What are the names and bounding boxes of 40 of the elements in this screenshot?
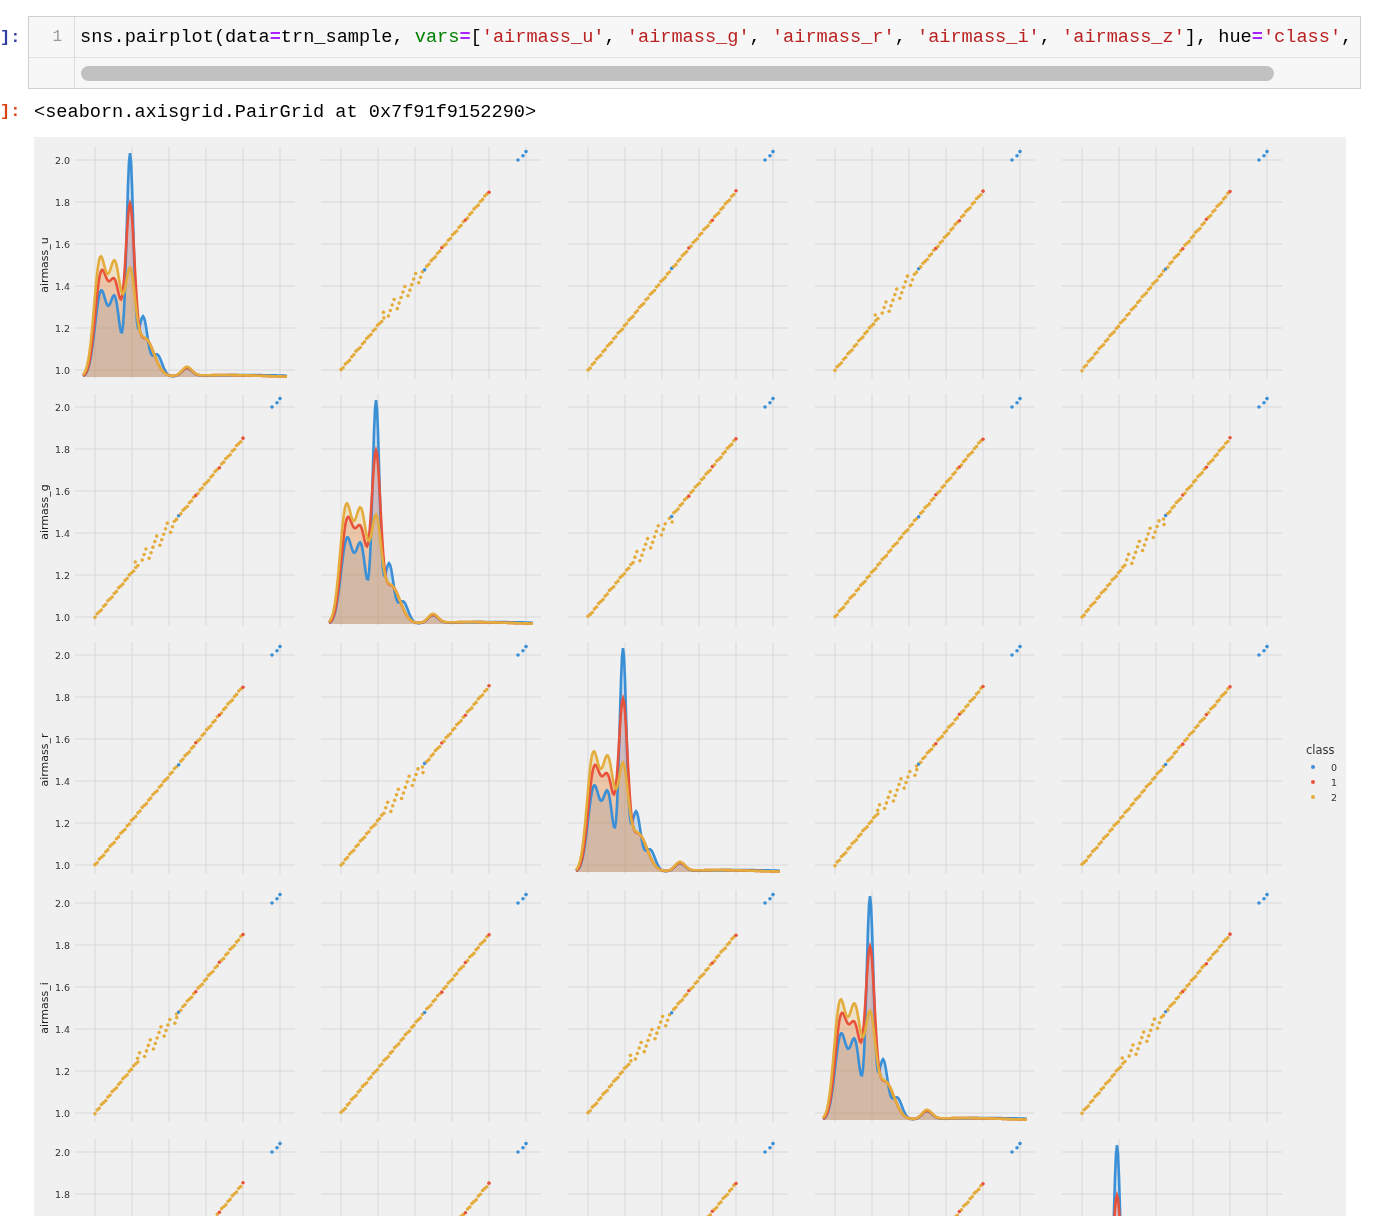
axis-tick-label: 2.0	[54, 649, 70, 661]
axis-label: airmass_i	[38, 982, 51, 1034]
axis-tick-label: 1.0	[54, 1107, 70, 1119]
line-number: 1	[52, 28, 62, 46]
legend-label: 2	[1331, 791, 1338, 803]
axis-tick-label: 1.0	[54, 859, 70, 871]
axis-tick-label: 1.4	[54, 527, 70, 539]
output-text: <seaborn.axisgrid.PairGrid at 0x7f91f9152290>	[33, 102, 537, 123]
axis-tick-label: 1.6	[54, 485, 70, 497]
axis-label: airmass_u	[38, 237, 51, 293]
axis-tick-label: 1.0	[54, 364, 70, 376]
axis-tick-label: 1.8	[54, 691, 70, 703]
axis-tick-label: 2.0	[54, 401, 70, 413]
axis-tick-label: 1.6	[54, 981, 70, 993]
axis-label: airmass_g	[38, 484, 51, 540]
axis-tick-label: 1.0	[54, 611, 70, 623]
axis-tick-label: 1.2	[54, 569, 70, 581]
output-prompt: ]:	[0, 102, 22, 121]
axis-tick-label: 1.4	[54, 280, 70, 292]
axis-label: airmass_r	[38, 733, 51, 787]
legend-label: 1	[1331, 776, 1338, 788]
axis-tick-label: 1.8	[54, 196, 70, 208]
axis-tick-label: 1.4	[54, 1023, 70, 1035]
legend-label: 0	[1331, 761, 1338, 773]
input-prompt: ]:	[0, 27, 22, 47]
axis-tick-label: 2.0	[54, 897, 70, 909]
axis-tick-label: 1.8	[54, 1188, 70, 1200]
code-line: sns.pairplot(data=trn_sample, vars=['airmass_u', 'airmass_g', 'airmass_r', 'airmass_i', 'airmass_z'], hue='class',	[79, 26, 1353, 48]
axis-tick-label: 2.0	[54, 154, 70, 166]
axis-tick-label: 1.8	[54, 443, 70, 455]
legend-title: class	[1306, 743, 1335, 757]
axis-tick-label: 2.0	[54, 1146, 70, 1158]
code-cell[interactable]: 1 sns.pairplot(data=trn_sample, vars=['airmass_u', 'airmass_g', 'airmass_r', 'airmass_i', 'airmass_z'], hue='class',	[28, 16, 1361, 89]
axis-tick-label: 1.4	[54, 775, 70, 787]
axis-tick-label: 1.2	[54, 322, 70, 334]
axis-tick-label: 1.6	[54, 733, 70, 745]
axis-tick-label: 1.2	[54, 1065, 70, 1077]
axis-tick-label: 1.2	[54, 817, 70, 829]
axis-tick-label: 1.8	[54, 939, 70, 951]
axis-tick-label: 1.6	[54, 238, 70, 250]
